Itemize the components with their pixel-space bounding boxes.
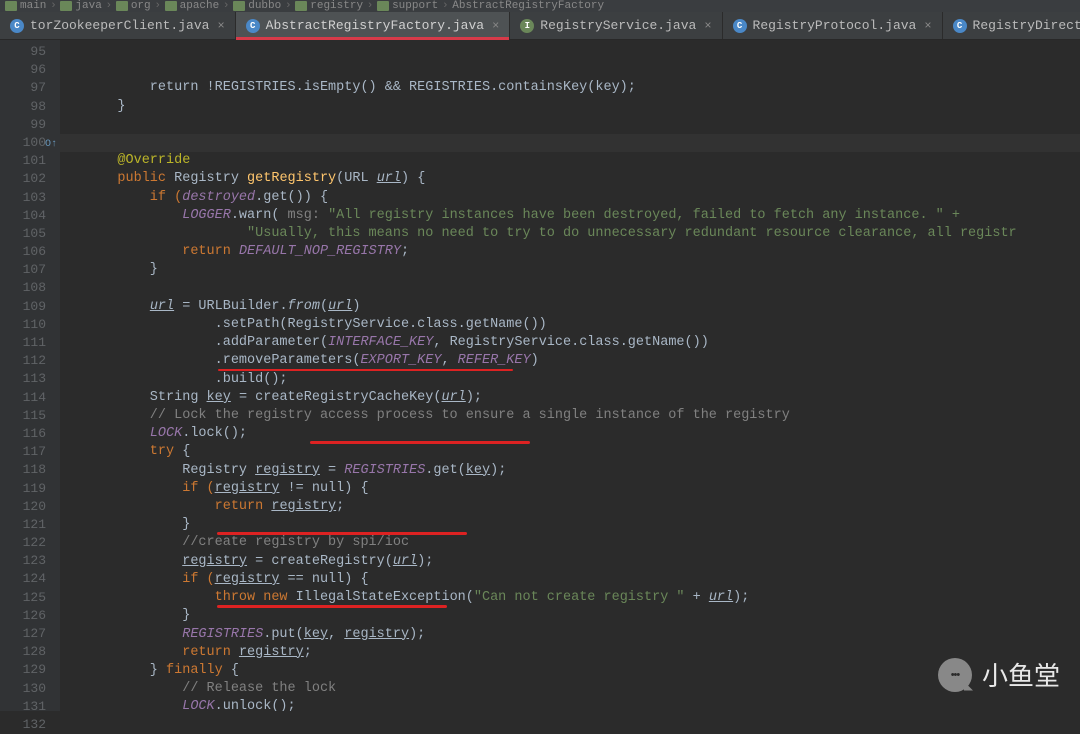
tab-registry-protocol[interactable]: C RegistryProtocol.java × [723,12,943,39]
tab-label: RegistryDirectory.java [973,18,1080,33]
tab-registry-directory[interactable]: C RegistryDirectory.java × [943,12,1080,39]
close-icon[interactable]: × [924,19,931,33]
tab-label: AbstractRegistryFactory.java [266,18,484,33]
folder-icon [5,1,17,11]
java-class-icon: C [953,19,967,33]
chevron-right-icon: › [48,1,58,11]
override-gutter-icon[interactable]: O↑ [45,136,57,154]
java-class-icon: C [246,19,260,33]
java-interface-icon: I [520,19,534,33]
tab-label: torZookeeperClient.java [30,18,209,33]
editor-pane: O↑ 9596979899100101102103104105106107108… [0,40,1080,711]
close-icon[interactable]: × [217,19,224,33]
code-area[interactable]: return !REGISTRIES.isEmpty() && REGISTRI… [60,40,1080,711]
tab-abstract-registry-factory[interactable]: C AbstractRegistryFactory.java × [236,12,511,39]
close-icon[interactable]: × [492,19,499,33]
line-number-gutter: O↑ 9596979899100101102103104105106107108… [0,40,60,711]
breadcrumb: main ›java ›org ›apache ›dubbo ›registry… [0,0,1080,12]
java-class-icon: C [10,19,24,33]
editor-tabs: C torZookeeperClient.java × C AbstractRe… [0,12,1080,40]
tab-registry-service[interactable]: I RegistryService.java × [510,12,722,39]
tab-label: RegistryService.java [540,18,696,33]
java-class-icon: C [733,19,747,33]
close-icon[interactable]: × [704,19,711,33]
tab-zookeeper[interactable]: C torZookeeperClient.java × [0,12,236,39]
tab-label: RegistryProtocol.java [753,18,917,33]
